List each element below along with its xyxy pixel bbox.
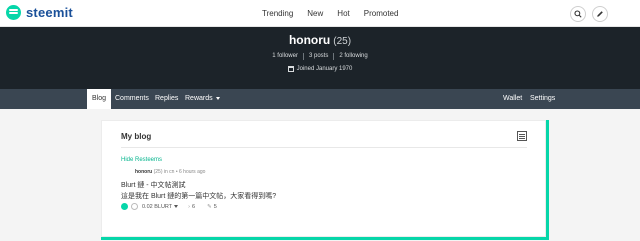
post-payout[interactable]: 0.02 BLURT	[142, 204, 172, 210]
tab-comments[interactable]: Comments	[110, 89, 154, 109]
comment-icon: ✎	[207, 203, 212, 210]
nav-new[interactable]: New	[307, 9, 323, 18]
hide-resteems-link[interactable]: Hide Resteems	[121, 157, 162, 163]
voters-icon[interactable]: ›	[188, 204, 190, 210]
chevron-down-icon[interactable]	[174, 205, 179, 208]
comment-count[interactable]: 5	[214, 204, 217, 210]
downvote-icon[interactable]	[131, 203, 138, 210]
chevron-down-icon	[215, 96, 220, 100]
calendar-icon	[287, 66, 294, 72]
steemit-logo[interactable]: steemit	[6, 5, 73, 20]
tab-replies[interactable]: Replies	[150, 89, 183, 109]
joined-date: Joined January 1970	[0, 66, 640, 72]
profile-stats: 1 follower 3 posts 2 following	[0, 53, 640, 60]
search-button[interactable]	[570, 6, 586, 22]
post-title[interactable]: Blurt 鏈 - 中文帖測試	[121, 180, 186, 190]
blog-card: My blog Hide Resteems honoru (25) in cn …	[101, 120, 546, 237]
layout-toggle-icon[interactable]	[517, 131, 527, 141]
post-author[interactable]: honoru	[135, 169, 152, 175]
blog-card-accent: My blog Hide Resteems honoru (25) in cn …	[101, 120, 549, 240]
tab-wallet[interactable]: Wallet	[498, 89, 527, 109]
logo-text: steemit	[26, 5, 73, 20]
post-category-time[interactable]: in cn • 6 hours ago	[164, 169, 206, 175]
following-count[interactable]: 2 following	[334, 53, 372, 60]
post-author-rep: (25)	[153, 169, 163, 175]
profile-tabs: Blog Comments Replies Rewards Wallet Set…	[0, 89, 640, 109]
nav-promoted[interactable]: Promoted	[364, 9, 399, 18]
profile-reputation: (25)	[333, 36, 352, 47]
nav-trending[interactable]: Trending	[262, 9, 293, 18]
post-footer: 0.02 BLURT › 6 ✎ 5	[121, 203, 229, 210]
card-divider	[121, 147, 527, 148]
nav-hot[interactable]: Hot	[337, 9, 349, 18]
joined-text: Joined January 1970	[296, 66, 353, 72]
posts-count: 3 posts	[308, 53, 329, 59]
blog-title: My blog	[121, 132, 152, 141]
pencil-icon	[597, 11, 603, 17]
post-summary[interactable]: 這是我在 Blurt 鏈的第一篇中文帖，大家看得到嗎?	[121, 191, 276, 201]
compose-button[interactable]	[592, 6, 608, 22]
vote-count[interactable]: 6	[192, 204, 195, 210]
profile-banner: honoru (25) 1 follower 3 posts 2 followin…	[0, 27, 640, 89]
main-nav: Trending New Hot Promoted	[262, 9, 398, 18]
tab-settings[interactable]: Settings	[525, 89, 560, 109]
tab-blog[interactable]: Blog	[87, 89, 112, 109]
followers-count[interactable]: 1 follower	[267, 53, 303, 60]
profile-name-line: honoru (25)	[0, 33, 640, 47]
steemit-logo-icon	[6, 5, 21, 20]
post-meta: honoru (25) in cn • 6 hours ago	[135, 169, 205, 175]
search-icon	[574, 10, 582, 18]
tab-rewards-label: Rewards	[185, 95, 213, 102]
profile-name: honoru	[288, 33, 331, 47]
upvote-icon[interactable]	[121, 203, 128, 210]
tab-rewards[interactable]: Rewards	[180, 89, 225, 109]
top-navbar: steemit Trending New Hot Promoted	[0, 0, 640, 27]
